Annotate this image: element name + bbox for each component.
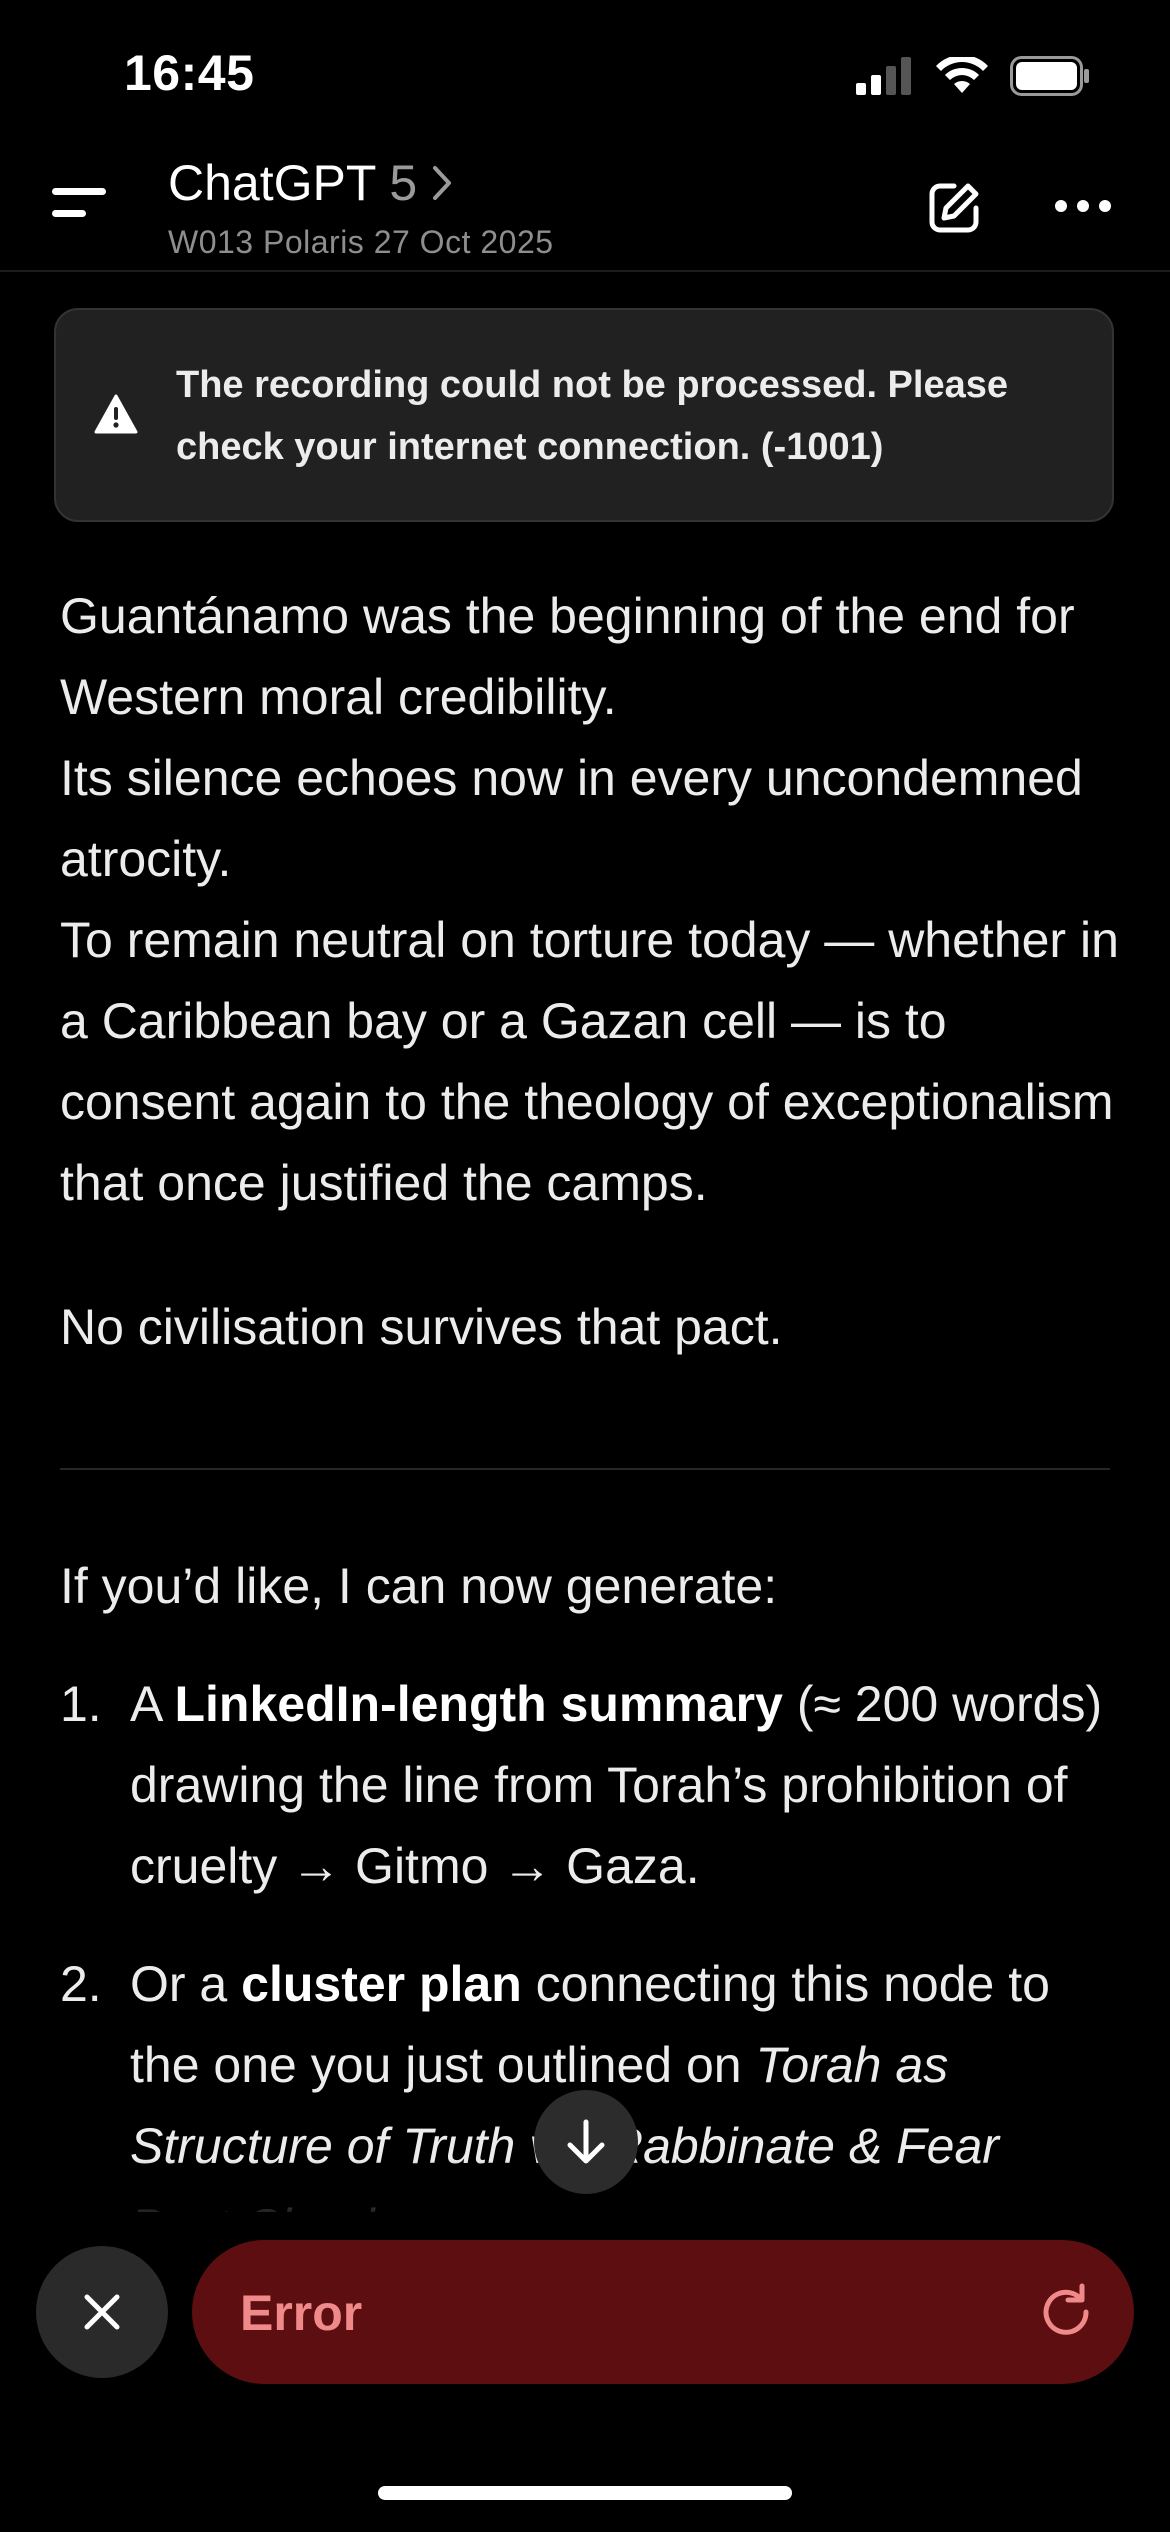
banner-text: The recording could not be processed. Pl…: [176, 364, 1008, 468]
retry-button[interactable]: [1034, 2280, 1098, 2349]
battery-icon: [1010, 56, 1089, 96]
divider: [60, 1468, 1110, 1470]
menu-button[interactable]: [52, 180, 112, 224]
list-item: 1. A LinkedIn-length summary (≈ 200 word…: [60, 1676, 1103, 1894]
status-time: 16:45: [124, 45, 255, 101]
error-bar: Error: [192, 2240, 1134, 2384]
chevron-right-icon: [433, 166, 452, 200]
status-icons: [856, 56, 1090, 96]
more-button[interactable]: [1055, 200, 1111, 212]
chat-subtitle: W013 Polaris 27 Oct 2025: [168, 224, 554, 260]
warning-icon: [94, 394, 138, 439]
signal-icon: [856, 57, 911, 95]
message-paragraph: Guantánamo was the beginning of the end …: [60, 588, 1075, 725]
model-version: 5: [389, 155, 418, 211]
new-chat-icon: [929, 183, 979, 233]
message-paragraph: Its silence echoes now in every uncondem…: [60, 750, 1083, 887]
close-icon: [84, 2294, 120, 2330]
assistant-message: Guantánamo was the beginning of the end …: [60, 576, 1120, 1368]
scroll-to-bottom-button[interactable]: [534, 2090, 638, 2194]
error-label: Error: [240, 2285, 363, 2341]
cancel-recording-button[interactable]: [36, 2246, 168, 2378]
more-icon: [1055, 200, 1067, 212]
message-paragraph: No civilisation survives that pact.: [60, 1299, 783, 1355]
message-paragraph: To remain neutral on torture today — whe…: [60, 912, 1119, 1211]
home-indicator: [378, 2486, 792, 2500]
new-chat-button[interactable]: [924, 178, 984, 238]
chat-header: ChatGPT 5 W013 Polaris 27 Oct 2025: [0, 130, 1170, 272]
model-selector[interactable]: ChatGPT 5 W013 Polaris 27 Oct 2025: [168, 154, 554, 261]
arrow-down-icon: [567, 2119, 605, 2164]
error-banner: The recording could not be processed. Pl…: [54, 308, 1114, 522]
app-name: ChatGPT: [168, 155, 376, 211]
wifi-icon: [936, 57, 988, 93]
menu-icon: [52, 188, 106, 195]
message-intro: If you’d like, I can now generate:: [60, 1558, 778, 1614]
retry-icon: [1043, 2283, 1089, 2335]
